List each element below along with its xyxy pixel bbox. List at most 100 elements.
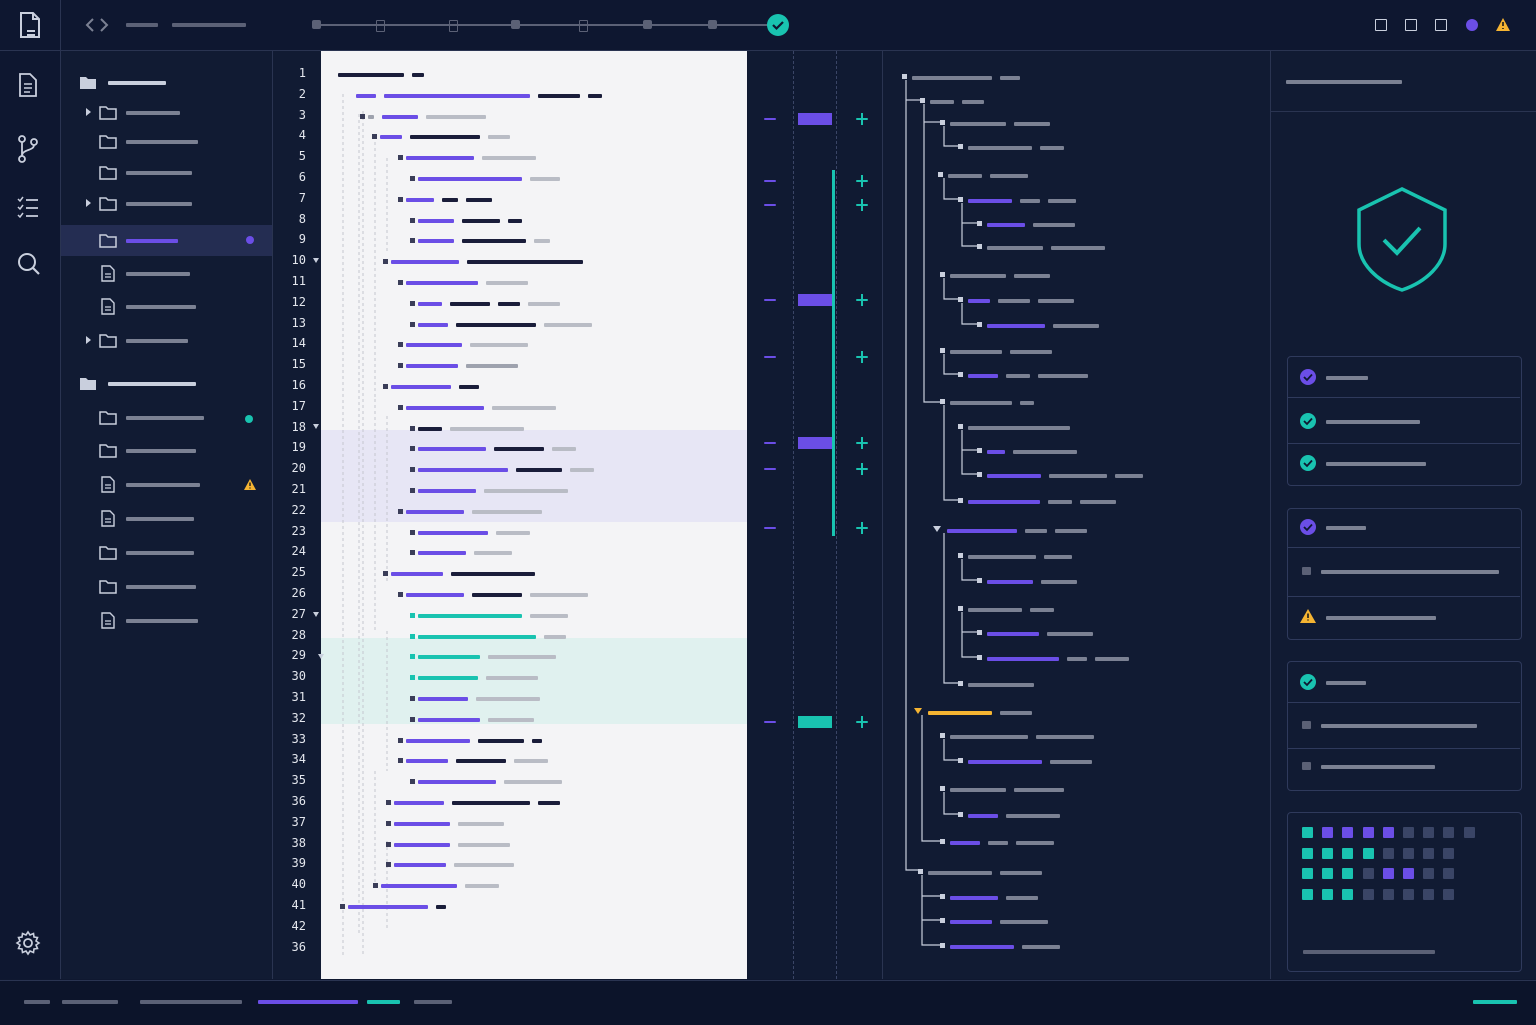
breadcrumb-segment[interactable] xyxy=(126,23,158,27)
outline-node-bullet[interactable] xyxy=(940,943,945,948)
fold-marker[interactable] xyxy=(313,424,319,429)
line-number: 24 xyxy=(291,544,306,559)
outline-node-bullet[interactable] xyxy=(977,578,982,583)
document-icon[interactable] xyxy=(16,10,44,40)
outline-node-bullet[interactable] xyxy=(977,221,982,226)
outline-node-label xyxy=(928,871,992,875)
outline-node-label xyxy=(1041,580,1077,584)
pipeline-step[interactable] xyxy=(579,20,588,32)
line-number: 37 xyxy=(291,814,306,829)
pipeline-complete-icon[interactable] xyxy=(766,13,790,37)
pipeline-step[interactable] xyxy=(376,20,385,32)
coverage-cell xyxy=(1362,847,1374,859)
expand-triangle-icon[interactable] xyxy=(933,526,941,532)
status-indicator[interactable] xyxy=(1473,1000,1517,1004)
pipeline-step[interactable] xyxy=(449,20,458,32)
outline-node-bullet[interactable] xyxy=(977,448,982,453)
fold-marker[interactable] xyxy=(313,612,319,617)
file-icon[interactable] xyxy=(16,72,40,98)
pipeline-step[interactable] xyxy=(511,20,520,29)
code-bullet xyxy=(398,363,403,369)
expand-caret-icon[interactable] xyxy=(86,336,91,344)
outline-node-bullet[interactable] xyxy=(940,733,945,738)
explorer-item-label xyxy=(126,585,196,589)
fold-marker[interactable] xyxy=(313,258,319,263)
code-token xyxy=(466,364,518,369)
status-dot[interactable] xyxy=(1466,19,1478,31)
code-brackets-icon[interactable] xyxy=(84,16,110,34)
coverage-cell xyxy=(1342,868,1354,879)
outline-node-bullet[interactable] xyxy=(918,869,923,874)
line-number: 41 xyxy=(291,898,306,912)
code-token xyxy=(492,405,556,410)
outline-node-bullet[interactable] xyxy=(940,786,945,791)
code-token xyxy=(462,239,526,244)
warning-icon[interactable] xyxy=(1495,17,1511,32)
list-icon[interactable] xyxy=(16,196,40,218)
search-icon[interactable] xyxy=(16,251,42,277)
outline-node-bullet[interactable] xyxy=(958,498,963,503)
outline-node-bullet[interactable] xyxy=(958,197,963,202)
code-token xyxy=(498,301,520,306)
outline-node-bullet[interactable] xyxy=(977,244,982,249)
outline-node-label xyxy=(1000,711,1032,715)
outline-node-bullet[interactable] xyxy=(940,272,945,277)
breadcrumb-segment[interactable] xyxy=(172,23,246,27)
outline-node-bullet[interactable] xyxy=(940,120,945,125)
outline-node-bullet[interactable] xyxy=(958,553,963,558)
line-number: 39 xyxy=(291,856,306,871)
outline-node-bullet[interactable] xyxy=(940,894,945,899)
status-item[interactable] xyxy=(140,1000,242,1004)
card-divider xyxy=(1288,547,1520,548)
outline-node-bullet[interactable] xyxy=(977,322,982,327)
status-item[interactable] xyxy=(414,1000,452,1004)
code-bullet xyxy=(410,550,415,556)
outline-node-bullet[interactable] xyxy=(977,655,982,660)
outline-node-label xyxy=(1080,500,1116,504)
outline-node-bullet[interactable] xyxy=(977,630,982,635)
outline-node-bullet[interactable] xyxy=(940,348,945,353)
outline-node-bullet[interactable] xyxy=(958,681,963,686)
outline-node-bullet[interactable] xyxy=(958,812,963,817)
code-token xyxy=(514,759,548,764)
outline-node-bullet[interactable] xyxy=(940,839,945,844)
outline-node-bullet[interactable] xyxy=(958,297,963,302)
outline-node-bullet[interactable] xyxy=(958,144,963,149)
outline-node-bullet[interactable] xyxy=(940,399,945,404)
window-control-1[interactable] xyxy=(1375,19,1387,31)
check-label xyxy=(1321,765,1435,769)
outline-node-label xyxy=(1036,735,1094,739)
code-token xyxy=(454,863,514,868)
fold-marker[interactable] xyxy=(318,654,324,659)
pipeline-step[interactable] xyxy=(643,20,652,29)
expand-caret-icon[interactable] xyxy=(86,108,91,116)
branch-icon[interactable] xyxy=(16,134,40,164)
outline-node-bullet[interactable] xyxy=(958,372,963,377)
outline-node-bullet[interactable] xyxy=(958,758,963,763)
pipeline-step[interactable] xyxy=(708,20,717,29)
window-control-2[interactable] xyxy=(1405,19,1417,31)
pipeline-step[interactable] xyxy=(312,20,321,29)
code-bullet xyxy=(383,571,388,577)
window-control-3[interactable] xyxy=(1435,19,1447,31)
outline-node-bullet[interactable] xyxy=(920,98,925,103)
status-item[interactable] xyxy=(24,1000,50,1004)
outline-node-bullet[interactable] xyxy=(958,606,963,611)
code-bullet xyxy=(386,800,391,805)
expand-triangle-icon[interactable] xyxy=(914,708,922,714)
expand-caret-icon[interactable] xyxy=(86,199,91,207)
status-item-active[interactable] xyxy=(258,1000,358,1004)
code-token xyxy=(418,218,454,223)
outline-node-bullet[interactable] xyxy=(958,424,963,429)
code-token xyxy=(451,572,535,577)
outline-node-bullet[interactable] xyxy=(938,172,943,177)
outline-node-bullet[interactable] xyxy=(902,74,907,79)
code-bullet xyxy=(410,321,415,327)
settings-icon[interactable] xyxy=(15,930,41,956)
line-number: 5 xyxy=(298,149,306,164)
status-item-ok[interactable] xyxy=(367,1000,400,1004)
status-item[interactable] xyxy=(62,1000,118,1004)
outline-node-bullet[interactable] xyxy=(940,918,945,923)
plus-icon-stem xyxy=(861,437,863,449)
outline-node-bullet[interactable] xyxy=(977,472,982,477)
